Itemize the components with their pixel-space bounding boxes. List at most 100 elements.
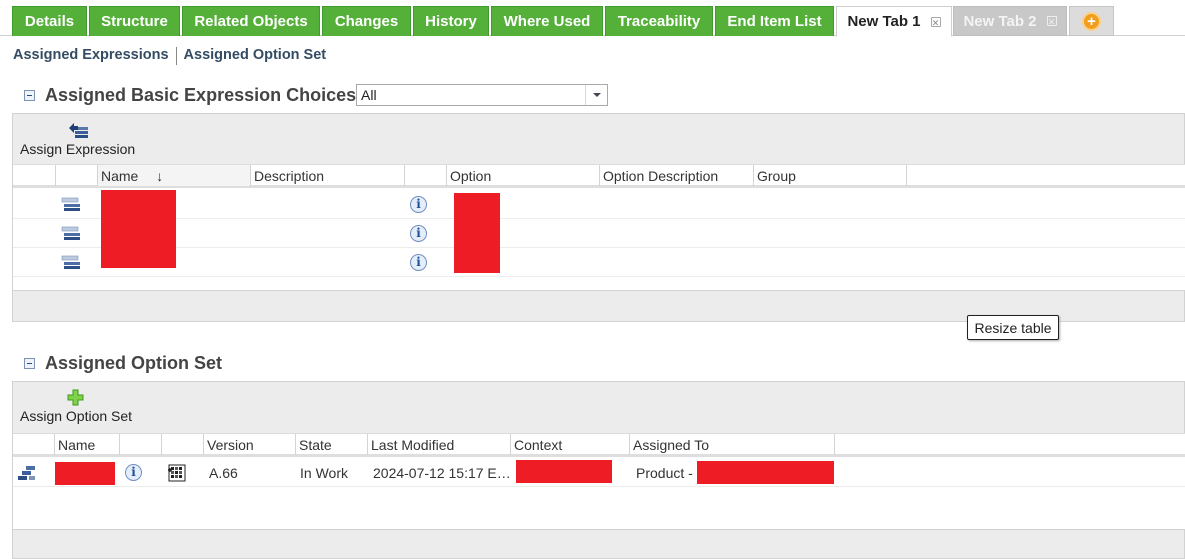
collapse-option-set-icon[interactable] (24, 358, 35, 369)
expressions-toolbar: Assign Expression (12, 113, 1185, 164)
close-tab-icon[interactable]: ✕ (1046, 16, 1057, 27)
option-set-section-header: Assigned Option Set (24, 353, 222, 374)
column-header-blank (13, 165, 56, 186)
expression-row-icon (61, 219, 81, 248)
column-header-name[interactable]: Name (55, 434, 120, 455)
expressions-table: Name ↓ Description Option Option Descrip… (12, 164, 1185, 290)
assigned-option-set-link[interactable]: Assigned Option Set (184, 47, 327, 65)
section-title: Assigned Option Set (45, 353, 223, 373)
redacted-option-block (454, 193, 500, 273)
option-set-table-footer (12, 529, 1185, 559)
table-header: Name Version State Last Modified Context… (13, 433, 1185, 457)
column-label: Last Modified (371, 437, 455, 453)
toolbar-label: Assign Option Set (20, 408, 133, 424)
table-row[interactable]: i (13, 219, 1185, 248)
expression-row-icon (61, 190, 81, 219)
tab-label: Details (24, 13, 75, 30)
assigned-to-cell: Product - (636, 464, 693, 481)
close-tab-icon[interactable]: ✕ (930, 16, 941, 28)
tab-details[interactable]: Details (12, 6, 87, 36)
tab-traceability[interactable]: Traceability (605, 6, 713, 36)
sort-arrow-icon: ↓ (156, 168, 164, 184)
expression-row-icon (61, 248, 81, 277)
column-header-option[interactable]: Option (447, 165, 600, 186)
column-label: Option (450, 168, 492, 184)
tab-end-item-list[interactable]: End Item List (715, 6, 834, 36)
column-label: Name (58, 437, 96, 453)
info-icon[interactable]: i (410, 219, 427, 248)
tab-structure[interactable]: Structure (89, 6, 180, 36)
resize-table-tooltip: Resize table (967, 315, 1059, 340)
tab-label: Structure (101, 13, 168, 30)
table-row[interactable]: i (13, 190, 1185, 219)
tab-changes[interactable]: Changes (322, 6, 411, 36)
assigned-expressions-link[interactable]: Assigned Expressions (13, 47, 169, 65)
option-set-table: Name Version State Last Modified Context… (12, 433, 1185, 529)
column-header-last-modified[interactable]: Last Modified (368, 434, 511, 455)
column-label: State (299, 437, 332, 453)
column-label: Context (514, 437, 563, 453)
column-label: Group (757, 168, 796, 184)
tab-new-tab-2[interactable]: New Tab 2 ✕ (953, 6, 1067, 36)
tab-new-tab-1[interactable]: New Tab 1 ✕ (836, 6, 952, 37)
redacted-name-block (55, 462, 115, 485)
tab-related-objects[interactable]: Related Objects (182, 6, 320, 36)
link-separator (175, 47, 177, 65)
tab-label: Related Objects (194, 13, 308, 30)
redacted-name-block (101, 190, 176, 268)
option-set-toolbar: Assign Option Set (12, 381, 1185, 433)
info-icon[interactable]: i (410, 248, 427, 277)
info-icon[interactable]: i (410, 190, 427, 219)
column-header-assigned-to[interactable]: Assigned To (630, 434, 835, 455)
toolbar-label: Assign Expression (20, 141, 136, 157)
chevron-down-icon (585, 85, 607, 105)
tab-history[interactable]: History (413, 6, 489, 36)
tab-label: End Item List (727, 13, 822, 30)
last-modified-cell: 2024-07-12 15:17 E… (373, 464, 511, 481)
assign-expression-button[interactable]: Assign Expression (20, 119, 135, 157)
table-row[interactable]: i (13, 248, 1185, 277)
plus-icon (67, 389, 84, 406)
table-row[interactable]: i A.66 In Work 2024-07-12 15:17 E… Produ… (13, 458, 1185, 487)
column-label: Option Description (603, 168, 719, 184)
column-label: Version (207, 437, 254, 453)
add-tab-button[interactable]: + (1069, 6, 1114, 36)
column-header-info (405, 165, 447, 186)
column-header-name[interactable]: Name ↓ (98, 165, 251, 186)
section-links: Assigned Expressions Assigned Option Set (13, 47, 326, 65)
filter-value: All (361, 87, 377, 103)
expressions-section-header: Assigned Basic Expression Choices (24, 85, 356, 106)
assign-option-set-button[interactable]: Assign Option Set (20, 388, 132, 424)
option-set-row-icon (17, 458, 37, 487)
column-header-icon (56, 165, 98, 186)
column-header-group[interactable]: Group (754, 165, 907, 186)
tab-label: Traceability (617, 13, 701, 30)
add-tab-icon: + (1082, 11, 1101, 31)
expression-filter-select[interactable]: All (356, 84, 608, 106)
tab-where-used[interactable]: Where Used (491, 6, 603, 36)
table-header: Name ↓ Description Option Option Descrip… (13, 164, 1185, 188)
tab-label: New Tab 2 (963, 12, 1037, 30)
tab-label: New Tab 1 (847, 13, 921, 30)
column-header-version[interactable]: Version (204, 434, 296, 455)
assign-expression-icon (68, 123, 88, 138)
section-title: Assigned Basic Expression Choices (45, 85, 357, 105)
tab-label: Changes (334, 13, 399, 30)
column-header-description[interactable]: Description (251, 165, 405, 186)
info-icon[interactable]: i (125, 458, 142, 487)
column-label: Description (254, 168, 325, 184)
redacted-assigned-to-block (697, 461, 834, 484)
state-cell: In Work (300, 464, 348, 481)
column-header-icon (13, 434, 55, 455)
tab-label: History (425, 13, 477, 30)
tab-bar: Details Structure Related Objects Change… (0, 0, 1185, 37)
column-header-option-description[interactable]: Option Description (600, 165, 754, 186)
collapse-expressions-icon[interactable] (24, 90, 35, 101)
column-label: Name (101, 168, 139, 184)
column-header-context[interactable]: Context (511, 434, 630, 455)
column-header-state[interactable]: State (296, 434, 368, 455)
column-header-info (120, 434, 162, 455)
column-header-type (162, 434, 204, 455)
redacted-context-block (516, 460, 612, 483)
configuration-grid-icon (168, 458, 186, 487)
